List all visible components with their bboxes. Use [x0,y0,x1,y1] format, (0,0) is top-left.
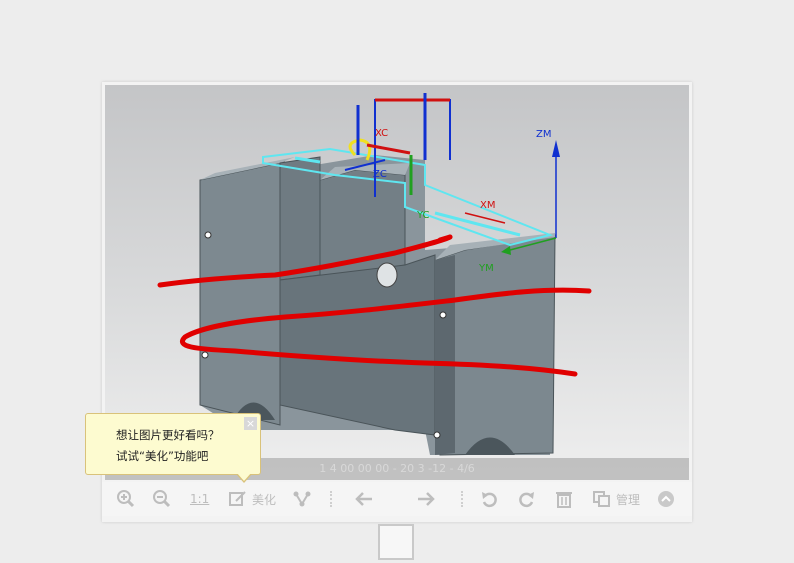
close-icon[interactable]: × [244,417,257,430]
tip-line-2: 试试“美化”功能吧 [116,449,209,463]
thumbnail-placeholder[interactable] [378,524,414,560]
label-zc: ZC [373,169,387,180]
model-hole [204,231,212,239]
zoom-out-button[interactable] [152,489,172,509]
previous-button[interactable] [354,489,374,509]
rotate-right-icon [519,492,534,508]
collapse-button[interactable] [656,489,676,509]
red-annotation-stroke [437,234,453,243]
edit-pen-icon [229,491,246,506]
label-xc: XC [375,128,388,139]
delete-button[interactable] [554,489,574,509]
trash-icon [556,492,572,508]
toolbar-divider [461,491,464,507]
share-icon [293,491,311,507]
next-button[interactable] [416,489,436,509]
model-hole [433,431,441,439]
beautify-tip-popup: 想让图片更好看吗？ 试试“美化”功能吧 × [85,413,261,483]
zoom-out-icon [153,490,171,508]
manage-icon [593,491,610,507]
chevron-up-icon [658,491,674,507]
model-center-hole [376,262,398,288]
tip-tail-fill [237,473,251,481]
share-button[interactable] [292,489,312,509]
beautify-button[interactable]: 美化 [228,489,276,509]
actual-size-button[interactable]: 1:1 [190,489,209,509]
rotate-right-button[interactable] [516,489,536,509]
manage-label: 管理 [616,492,641,507]
viewer-toolbar: 1:1 美化 管理 [102,482,692,516]
model-right-side [435,255,455,455]
zoom-in-button[interactable] [116,489,136,509]
label-yc: YC [416,210,430,221]
toolbar-divider [330,491,333,507]
rotate-left-button[interactable] [480,489,500,509]
zm-arrow [552,140,560,157]
model-mid-column [279,156,321,281]
csys-xc-axis [366,143,411,155]
arrow-right-icon [418,492,435,506]
manage-button[interactable]: 管理 [592,489,640,509]
arrow-left-icon [355,492,372,506]
wcs-rotation-handle [348,138,372,161]
rotate-left-icon [482,492,497,508]
beautify-label: 美化 [252,492,277,507]
zoom-in-icon [117,490,135,508]
tip-line-1: 想让图片更好看吗？ [116,428,220,442]
label-xm: XM [480,200,495,211]
model-center-web [279,254,436,436]
label-zm: ZM [536,129,551,140]
label-ym: YM [478,263,494,274]
model-hole [201,351,209,359]
model-hole [439,311,447,319]
model-left-block [199,162,281,426]
